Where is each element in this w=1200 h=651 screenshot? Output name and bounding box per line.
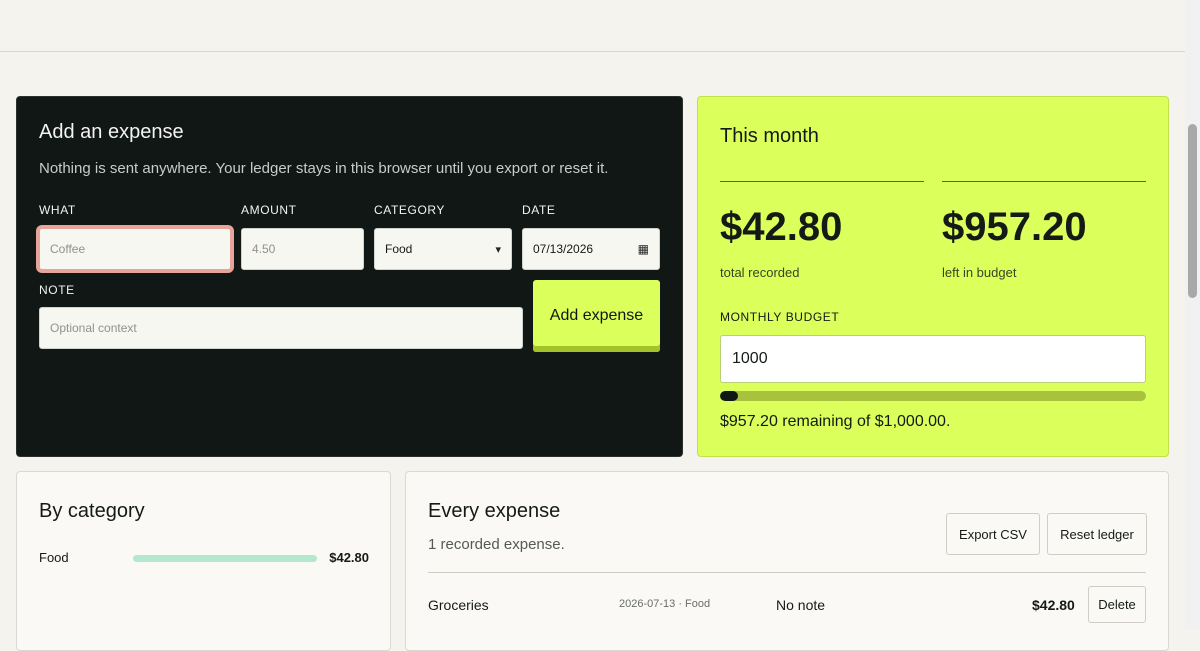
category-label: Category <box>374 203 446 217</box>
expense-note: No note <box>776 597 826 613</box>
add-expense-card: Add an expense Nothing is sent anywhere.… <box>16 96 683 457</box>
note-label: Note <box>39 283 75 297</box>
date-value: 07/13/2026 <box>533 242 594 256</box>
add-expense-title: Add an expense <box>39 121 184 143</box>
every-expense-card: Every expense 1 recorded expense. Export… <box>405 471 1169 651</box>
add-expense-subtitle: Nothing is sent anywhere. Your ledger st… <box>39 160 609 177</box>
what-input[interactable] <box>39 228 231 270</box>
date-label: Date <box>522 203 556 217</box>
amount-input[interactable] <box>241 228 364 270</box>
top-bar <box>0 0 1185 52</box>
category-row: Food $42.80 <box>39 549 369 567</box>
left-in-budget-caption: left in budget <box>942 265 1017 280</box>
amount-label: Amount <box>241 203 297 217</box>
note-input[interactable] <box>39 307 523 349</box>
category-select[interactable]: Food ▾ <box>374 228 512 270</box>
category-name: Food <box>39 550 69 565</box>
expense-amount: $42.80 <box>1032 597 1075 613</box>
total-recorded-value: $42.80 <box>720 205 843 249</box>
add-expense-button[interactable]: Add expense <box>533 280 660 352</box>
export-csv-button[interactable]: Export CSV <box>946 513 1040 555</box>
stat-divider <box>720 181 924 182</box>
category-bar <box>133 555 317 562</box>
chevron-down-icon: ▾ <box>495 243 501 256</box>
expense-count: 1 recorded expense. <box>428 536 565 553</box>
category-amount: $42.80 <box>329 550 369 565</box>
this-month-card: This month $42.80 total recorded $957.20… <box>697 96 1169 457</box>
date-input[interactable]: 07/13/2026 ▦ <box>522 228 660 270</box>
table-row: Groceries 2026-07-13 · Food No note $42.… <box>428 586 1146 624</box>
every-expense-title: Every expense <box>428 500 561 522</box>
expense-meta: 2026-07-13 · Food <box>619 598 711 610</box>
by-category-title: By category <box>39 500 145 522</box>
scrollbar-thumb[interactable] <box>1188 124 1197 298</box>
left-in-budget-value: $957.20 <box>942 205 1087 249</box>
calendar-icon[interactable]: ▦ <box>638 242 649 256</box>
this-month-title: This month <box>720 125 819 147</box>
monthly-budget-input[interactable] <box>720 335 1146 383</box>
monthly-budget-label: MONTHLY BUDGET <box>720 310 840 324</box>
delete-expense-button[interactable]: Delete <box>1088 586 1146 623</box>
total-recorded-caption: total recorded <box>720 265 800 280</box>
what-label: What <box>39 203 76 217</box>
reset-ledger-button[interactable]: Reset ledger <box>1047 513 1147 555</box>
stat-divider <box>942 181 1146 182</box>
category-selected-value: Food <box>385 242 413 256</box>
budget-progress-bar <box>720 391 1146 401</box>
divider <box>428 572 1146 573</box>
by-category-card: By category Food $42.80 <box>16 471 391 651</box>
budget-progress-fill <box>720 391 739 401</box>
page-scrollbar[interactable] <box>1185 0 1200 630</box>
budget-remaining-text: $957.20 remaining of $1,000.00. <box>720 413 951 430</box>
expense-name: Groceries <box>428 597 489 613</box>
